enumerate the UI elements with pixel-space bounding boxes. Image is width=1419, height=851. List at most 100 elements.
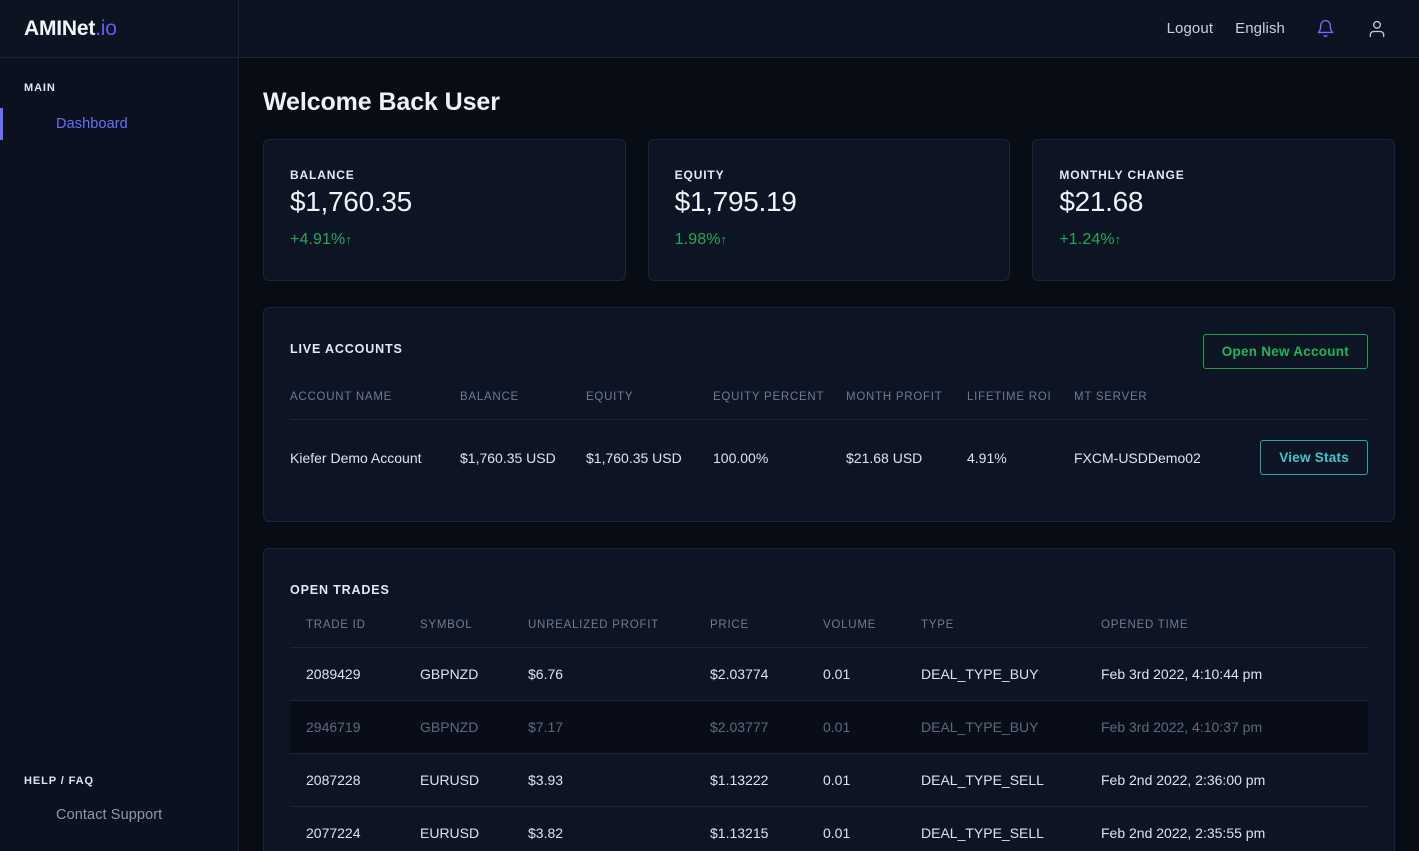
sidebar-item-label: Contact Support [56, 807, 163, 823]
col-account-name: ACCOUNT NAME [290, 391, 393, 403]
live-accounts-table: ACCOUNT NAME BALANCE EQUITY EQUITY PERCE… [290, 391, 1368, 495]
stat-label: EQUITY [674, 168, 725, 182]
stat-card-monthly-change: MONTHLY CHANGE $21.68 +1.24%↑ [1032, 139, 1396, 281]
open-trades-panel: OPEN TRADES TRADE ID SYMBOL UNREALIZED P… [263, 548, 1395, 851]
cell-unrealized-profit: $3.82 [528, 806, 710, 851]
open-new-account-button[interactable]: Open New Account [1202, 334, 1368, 369]
open-trades-header: OPEN TRADES [290, 575, 1368, 597]
cell-balance: $1,760.35 USD [460, 419, 586, 495]
stat-delta: 1.98%↑ [675, 231, 984, 249]
cell-volume: 0.01 [823, 647, 921, 701]
col-lifetime-roi: LIFETIME ROI [967, 391, 1052, 403]
col-actions [1244, 391, 1368, 420]
bell-icon[interactable] [1313, 17, 1337, 41]
sidebar-section-help: HELP / FAQ [24, 775, 94, 787]
cell-symbol: EURUSD [420, 806, 528, 851]
col-trade-id: TRADE ID [306, 619, 366, 631]
top-bar-actions: Logout English [1167, 17, 1419, 41]
app-root: AMINet.io Logout English MAIN Dashboard … [0, 0, 1419, 851]
cell-account-name: Kiefer Demo Account [290, 419, 460, 495]
stat-delta: +4.91%↑ [290, 231, 599, 249]
cell-type: DEAL_TYPE_BUY [921, 700, 1101, 754]
cell-volume: 0.01 [823, 806, 921, 851]
open-trades-table-body: 2089429 GBPNZD $6.76 $2.03774 0.01 DEAL_… [290, 647, 1368, 851]
stat-label: BALANCE [290, 168, 355, 182]
brand-suffix: .io [95, 16, 117, 40]
cell-trade-id: 2089429 [290, 647, 420, 701]
cell-opened-time: Feb 2nd 2022, 2:35:55 pm [1101, 806, 1368, 851]
stat-card-balance: BALANCE $1,760.35 +4.91%↑ [263, 139, 626, 281]
cell-symbol: GBPNZD [420, 700, 528, 754]
table-row[interactable]: 2946719 GBPNZD $7.17 $2.03777 0.01 DEAL_… [290, 700, 1368, 754]
cell-opened-time: Feb 3rd 2022, 4:10:37 pm [1101, 700, 1368, 754]
brand-logo[interactable]: AMINet.io [0, 0, 239, 58]
stat-label: MONTHLY CHANGE [1059, 168, 1185, 182]
cell-month-profit: $21.68 USD [846, 419, 967, 495]
cell-mt-server: FXCM-USDDemo02 [1074, 419, 1244, 495]
cell-unrealized-profit: $3.93 [528, 753, 710, 807]
stat-value: $1,795.19 [674, 186, 797, 217]
stat-delta-value: 1.98% [674, 231, 721, 248]
col-balance: BALANCE [460, 391, 519, 403]
table-row[interactable]: 2077224 EURUSD $3.82 $1.13215 0.01 DEAL_… [290, 806, 1368, 851]
live-accounts-panel: LIVE ACCOUNTS Open New Account ACCOUNT N… [263, 307, 1395, 522]
logout-link[interactable]: Logout [1167, 20, 1213, 37]
sidebar-item-contact-support[interactable]: Contact Support [0, 799, 238, 831]
cell-type: DEAL_TYPE_SELL [921, 753, 1101, 807]
stat-delta-value: +4.91% [290, 231, 346, 248]
cell-type: DEAL_TYPE_SELL [921, 806, 1101, 851]
col-equity: EQUITY [586, 391, 634, 403]
table-row[interactable]: 2089429 GBPNZD $6.76 $2.03774 0.01 DEAL_… [290, 647, 1368, 701]
page-title: Welcome Back User [263, 88, 500, 116]
cell-volume: 0.01 [823, 700, 921, 754]
stat-cards-row: BALANCE $1,760.35 +4.91%↑ EQUITY $1,795.… [263, 139, 1396, 281]
sidebar-section-main: MAIN [24, 82, 56, 94]
cell-trade-id: 2077224 [290, 806, 420, 851]
col-equity-percent: EQUITY PERCENT [713, 391, 825, 403]
cell-equity-percent: 100.00% [713, 419, 846, 495]
cell-actions: View Stats [1244, 419, 1368, 495]
table-row[interactable]: Kiefer Demo Account $1,760.35 USD $1,760… [290, 419, 1368, 495]
open-trades-table: TRADE ID SYMBOL UNREALIZED PROFIT PRICE … [290, 619, 1368, 851]
cell-price: $2.03777 [710, 700, 823, 754]
live-accounts-title: LIVE ACCOUNTS [290, 342, 403, 356]
cell-price: $2.03774 [710, 647, 823, 701]
sidebar-item-dashboard[interactable]: Dashboard [0, 108, 238, 140]
cell-volume: 0.01 [823, 753, 921, 807]
cell-trade-id: 2087228 [290, 753, 420, 807]
brand-name: AMINet [24, 16, 96, 40]
table-row[interactable]: 2087228 EURUSD $3.93 $1.13222 0.01 DEAL_… [290, 753, 1368, 807]
body-row: MAIN Dashboard HELP / FAQ Contact Suppor… [0, 58, 1419, 851]
stat-value: $21.68 [1059, 186, 1144, 217]
cell-price: $1.13215 [710, 806, 823, 851]
open-trades-title: OPEN TRADES [290, 583, 390, 597]
trend-up-icon: ↑ [1114, 232, 1122, 247]
sidebar-bottom: HELP / FAQ Contact Support [0, 775, 238, 831]
cell-equity: $1,760.35 USD [586, 419, 713, 495]
cell-opened-time: Feb 3rd 2022, 4:10:44 pm [1101, 647, 1368, 701]
stat-delta: +1.24%↑ [1059, 231, 1368, 249]
trend-up-icon: ↑ [720, 232, 728, 247]
col-symbol: SYMBOL [420, 619, 473, 631]
col-type: TYPE [921, 619, 955, 631]
col-price: PRICE [710, 619, 749, 631]
stat-card-equity: EQUITY $1,795.19 1.98%↑ [647, 139, 1011, 281]
col-month-profit: MONTH PROFIT [846, 391, 943, 403]
col-unrealized-profit: UNREALIZED PROFIT [528, 619, 659, 631]
cell-opened-time: Feb 2nd 2022, 2:36:00 pm [1101, 753, 1368, 807]
language-selector[interactable]: English [1235, 20, 1285, 37]
live-accounts-table-head: ACCOUNT NAME BALANCE EQUITY EQUITY PERCE… [290, 391, 1368, 420]
stat-value: $1,760.35 [290, 186, 412, 217]
user-icon[interactable] [1365, 17, 1389, 41]
cell-type: DEAL_TYPE_BUY [921, 647, 1101, 701]
live-accounts-table-body: Kiefer Demo Account $1,760.35 USD $1,760… [290, 419, 1368, 495]
top-bar: AMINet.io Logout English [0, 0, 1419, 58]
col-volume: VOLUME [823, 619, 877, 631]
table-header-row: TRADE ID SYMBOL UNREALIZED PROFIT PRICE … [290, 619, 1368, 648]
table-header-row: ACCOUNT NAME BALANCE EQUITY EQUITY PERCE… [290, 391, 1368, 420]
view-stats-button[interactable]: View Stats [1260, 440, 1368, 475]
cell-trade-id: 2946719 [290, 700, 420, 754]
main-content: Welcome Back User BALANCE $1,760.35 +4.9… [239, 58, 1419, 851]
cell-symbol: EURUSD [420, 753, 528, 807]
col-mt-server: MT SERVER [1074, 391, 1148, 403]
